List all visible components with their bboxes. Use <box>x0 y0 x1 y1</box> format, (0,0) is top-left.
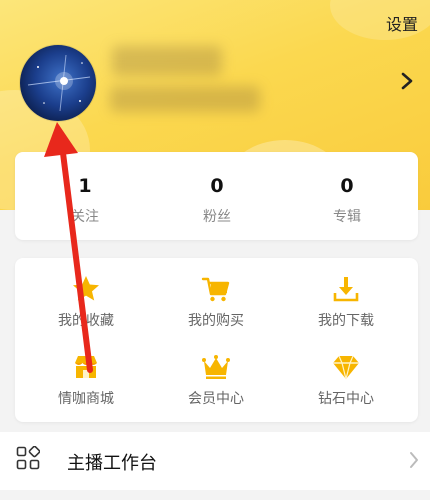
cart-icon <box>201 277 230 302</box>
feature-favorites[interactable]: 我的收藏 <box>21 274 151 330</box>
feature-purchases[interactable]: 我的购买 <box>151 274 281 330</box>
chevron-right-icon <box>410 452 418 468</box>
anchor-workbench-row[interactable]: 主播工作台 <box>0 432 430 490</box>
feature-shop[interactable]: 情咖商城 <box>21 352 151 408</box>
diamond-icon <box>333 355 359 380</box>
feature-diamond[interactable]: 钻石中心 <box>281 352 411 408</box>
shop-icon <box>75 356 97 378</box>
feature-label: 我的购买 <box>188 313 244 329</box>
feature-label: 钻石中心 <box>318 391 374 407</box>
stat-fans[interactable]: 0 粉丝 <box>157 174 277 226</box>
stat-label: 关注 <box>71 209 99 225</box>
stats-card: 1 关注 0 粉丝 0 专辑 <box>15 152 418 240</box>
crown-icon <box>202 355 230 379</box>
avatar[interactable] <box>20 45 96 121</box>
grid-apps-icon <box>16 446 40 470</box>
feature-downloads[interactable]: 我的下载 <box>281 274 411 330</box>
feature-label: 会员中心 <box>188 391 244 407</box>
user-info-blurred <box>110 86 260 112</box>
starry-sky-avatar <box>27 54 91 112</box>
stat-label: 专辑 <box>333 209 361 225</box>
stat-value: 0 <box>340 175 354 197</box>
settings-button[interactable]: 设置 <box>386 11 418 35</box>
feature-membership[interactable]: 会员中心 <box>151 352 281 408</box>
stat-label: 粉丝 <box>203 209 231 225</box>
stat-albums[interactable]: 0 专辑 <box>287 174 407 226</box>
feature-label: 情咖商城 <box>58 391 114 407</box>
workbench-label: 主播工作台 <box>67 453 157 474</box>
stat-value: 1 <box>78 175 92 197</box>
stat-following[interactable]: 1 关注 <box>25 174 145 226</box>
username-blurred <box>112 46 222 76</box>
chevron-right-icon[interactable] <box>398 70 416 92</box>
feature-grid: 我的收藏 我的购买 我的下载 情咖商城 会员中心 钻石中心 <box>15 258 418 422</box>
feature-label: 我的收藏 <box>58 313 114 329</box>
feature-label: 我的下载 <box>318 313 374 329</box>
stat-value: 0 <box>210 175 224 197</box>
star-icon <box>73 276 99 301</box>
download-icon <box>333 277 359 302</box>
